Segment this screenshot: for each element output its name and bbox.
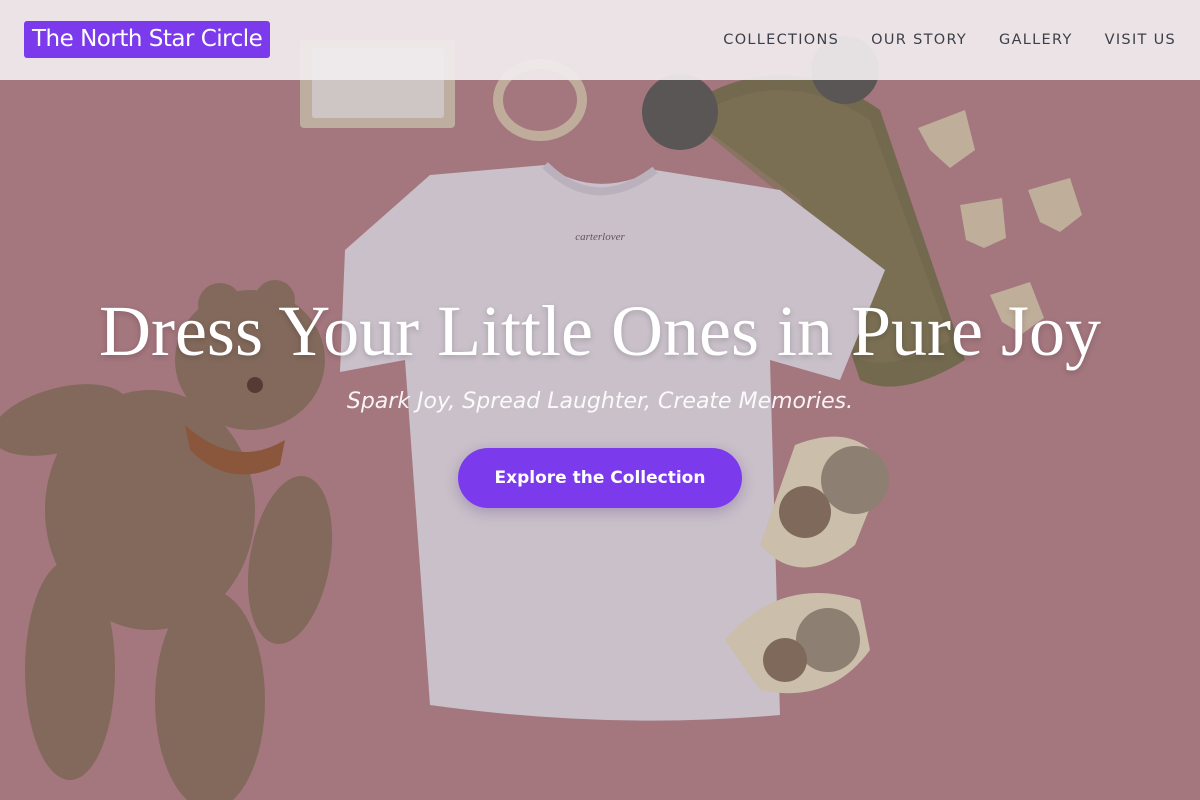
hero-tagline: Spark Joy, Spread Laughter, Create Memor… bbox=[346, 389, 854, 414]
hero-content: Dress Your Little Ones in Pure Joy Spark… bbox=[0, 285, 1200, 508]
nav-link-visit-us[interactable]: VISIT US bbox=[1105, 32, 1176, 48]
nav-link-gallery[interactable]: GALLERY bbox=[999, 32, 1073, 48]
nav-link-our-story[interactable]: OUR STORY bbox=[871, 32, 967, 48]
site-header: The North Star Circle COLLECTIONS OUR ST… bbox=[0, 0, 1200, 80]
main-nav: COLLECTIONS OUR STORY GALLERY VISIT US bbox=[723, 0, 1176, 80]
hero-section: carterlover The North Star Circle COLLEC… bbox=[0, 0, 1200, 800]
explore-collection-button[interactable]: Explore the Collection bbox=[458, 448, 742, 508]
brand-logo[interactable]: The North Star Circle bbox=[24, 21, 271, 58]
hero-title: Dress Your Little Ones in Pure Joy bbox=[99, 291, 1101, 371]
nav-link-collections[interactable]: COLLECTIONS bbox=[723, 32, 839, 48]
